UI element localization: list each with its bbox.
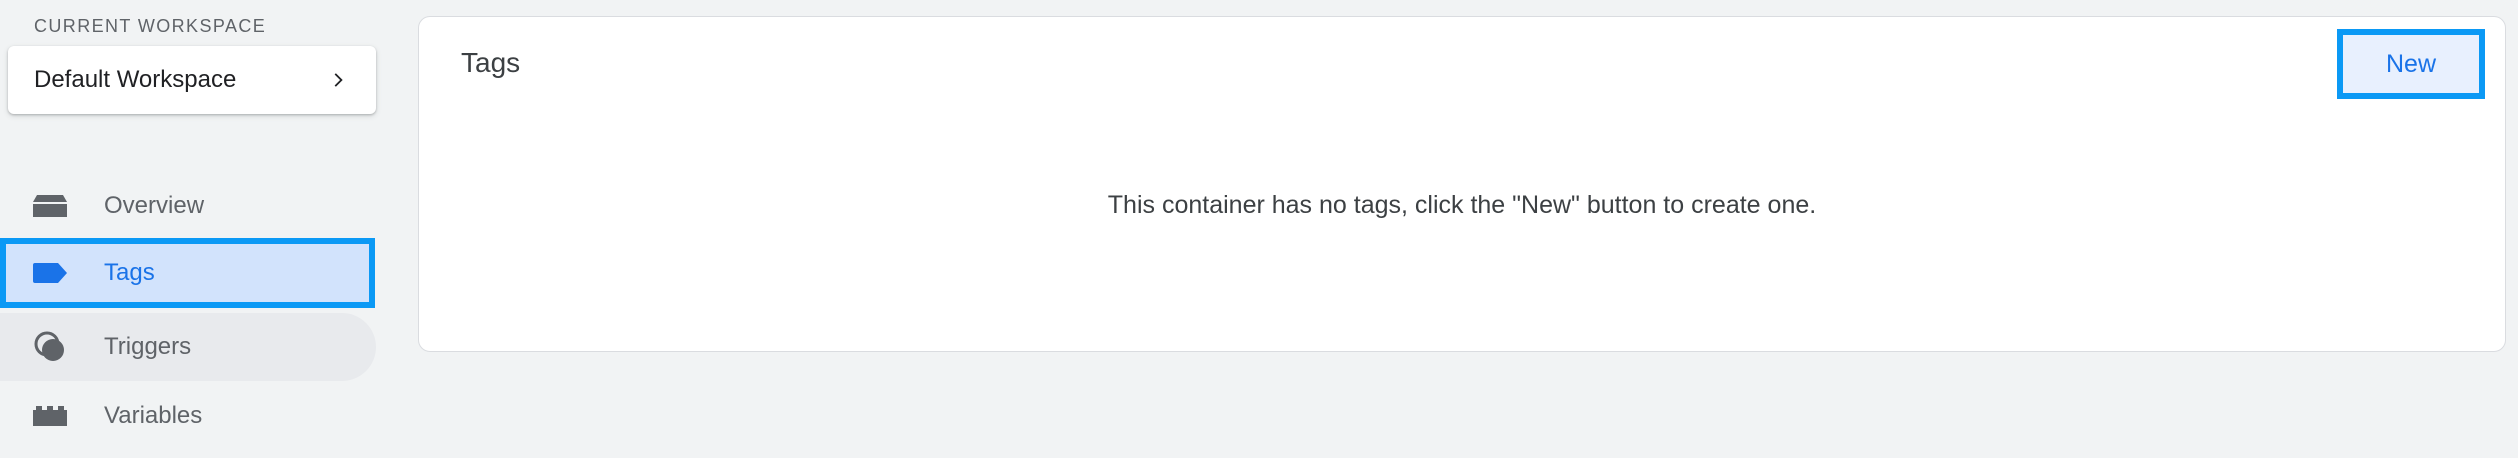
workspace-section-label: CURRENT WORKSPACE xyxy=(34,16,267,36)
sidebar-item-label: Overview xyxy=(104,192,205,219)
overview-icon xyxy=(32,191,68,221)
sidebar: CURRENT WORKSPACE Default Workspace Over… xyxy=(0,0,385,458)
tags-card: Tags New This container has no tags, cli… xyxy=(418,16,2506,352)
sidebar-item-label: Variables xyxy=(104,402,203,429)
sidebar-item-label: Tags xyxy=(104,259,155,286)
sidebar-item-variables[interactable]: Variables xyxy=(0,382,376,450)
new-tag-button[interactable]: New xyxy=(2337,29,2485,99)
workspace-selector[interactable]: Default Workspace xyxy=(8,46,376,114)
empty-state-message: This container has no tags, click the "N… xyxy=(1107,191,1817,219)
sidebar-item-overview[interactable]: Overview xyxy=(0,172,376,240)
workspace-name: Default Workspace xyxy=(34,66,237,93)
trigger-icon xyxy=(32,331,68,362)
sidebar-item-label: Triggers xyxy=(104,333,192,360)
tag-icon xyxy=(32,258,68,288)
page-title: Tags xyxy=(461,47,521,78)
sidebar-item-tags[interactable]: Tags xyxy=(0,238,375,308)
chevron-right-icon xyxy=(334,73,343,87)
variables-icon xyxy=(32,401,68,431)
sidebar-item-triggers[interactable]: Triggers xyxy=(0,313,376,381)
